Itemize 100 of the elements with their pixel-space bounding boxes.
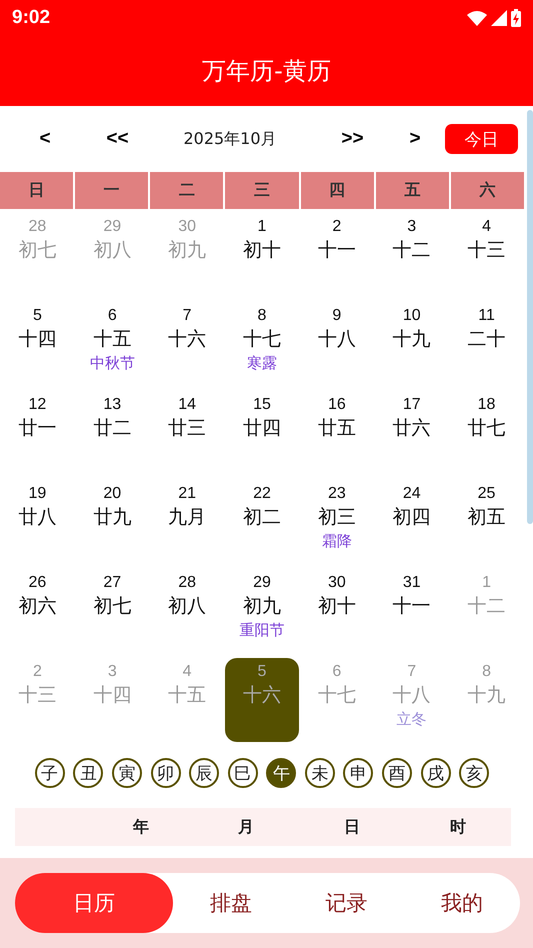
day-number: 14 bbox=[178, 395, 196, 415]
day-number: 13 bbox=[103, 395, 122, 415]
lunar-date: 十一 bbox=[392, 594, 431, 619]
day-number: 2 bbox=[332, 217, 342, 237]
nav-tab[interactable]: 排盘 bbox=[173, 873, 289, 933]
weekday-header: 六 bbox=[450, 172, 524, 209]
day-number: 30 bbox=[178, 217, 196, 237]
lunar-date: 初七 bbox=[93, 594, 132, 619]
hour-button[interactable]: 子 bbox=[34, 758, 65, 788]
hour-button[interactable]: 申 bbox=[343, 758, 374, 788]
day-number: 10 bbox=[402, 306, 421, 326]
lunar-date: 十三 bbox=[18, 683, 56, 708]
day-number: 7 bbox=[407, 662, 416, 682]
day-number: 28 bbox=[28, 217, 46, 237]
day-number: 27 bbox=[103, 573, 122, 593]
day-number: 6 bbox=[108, 306, 117, 326]
signal-icon bbox=[491, 10, 507, 26]
lunar-date: 十二 bbox=[392, 238, 431, 263]
weekday-header: 日 bbox=[0, 172, 74, 209]
day-number: 2 bbox=[32, 662, 42, 682]
nav-tab[interactable]: 我的 bbox=[404, 873, 520, 933]
day-number: 29 bbox=[253, 573, 271, 593]
day-number: 30 bbox=[328, 573, 346, 593]
lunar-date: 初八 bbox=[93, 238, 132, 263]
nav-tab[interactable]: 日历 bbox=[15, 873, 173, 933]
day-number: 4 bbox=[482, 217, 492, 237]
lunar-date: 十七 bbox=[242, 327, 281, 352]
weekday-header: 二 bbox=[150, 172, 224, 209]
lunar-date: 十五 bbox=[168, 683, 206, 708]
lunar-date: 初三 bbox=[318, 505, 356, 530]
column-header: 日 bbox=[343, 816, 361, 838]
lunar-date: 初七 bbox=[18, 238, 56, 263]
day-number: 26 bbox=[28, 573, 46, 593]
lunar-date: 廿六 bbox=[392, 416, 431, 441]
hour-button[interactable]: 巳 bbox=[228, 758, 258, 788]
lunar-date: 初四 bbox=[392, 505, 431, 530]
lunar-date: 廿一 bbox=[18, 416, 56, 441]
day-number: 1 bbox=[482, 573, 492, 593]
hour-button[interactable]: 酉 bbox=[382, 758, 412, 788]
lunar-date: 廿二 bbox=[93, 416, 132, 441]
day-number: 3 bbox=[407, 217, 416, 237]
hour-button[interactable]: 戌 bbox=[420, 758, 451, 788]
day-number: 8 bbox=[482, 662, 492, 682]
current-month: 2025年10月 bbox=[183, 128, 277, 150]
selected-day-cell[interactable]: 5 十六 bbox=[224, 658, 299, 742]
day-number: 29 bbox=[103, 217, 122, 237]
today-button[interactable]: 今日 bbox=[445, 124, 518, 154]
hour-button[interactable]: 寅 bbox=[112, 758, 142, 788]
festival-label: 寒露 bbox=[246, 353, 277, 374]
prev-year-button[interactable]: << bbox=[106, 128, 129, 150]
day-number: 5 bbox=[32, 306, 42, 326]
lunar-date: 廿八 bbox=[18, 505, 56, 530]
hour-button[interactable]: 丑 bbox=[73, 758, 104, 788]
day-number: 12 bbox=[28, 395, 46, 415]
prev-month-button[interactable]: < bbox=[39, 128, 51, 150]
lunar-date: 十八 bbox=[392, 683, 431, 708]
day-number: 22 bbox=[253, 484, 271, 504]
hour-button[interactable]: 亥 bbox=[459, 758, 490, 788]
lunar-date: 初九 bbox=[242, 594, 281, 619]
festival-label: 中秋节 bbox=[90, 353, 135, 374]
day-number: 17 bbox=[402, 395, 421, 415]
lunar-date: 九月 bbox=[168, 505, 206, 530]
app-title: 万年历-黄历 bbox=[202, 56, 331, 87]
hour-button[interactable]: 卯 bbox=[150, 758, 181, 788]
day-number: 25 bbox=[478, 484, 496, 504]
lunar-date: 初六 bbox=[18, 594, 56, 619]
hour-button[interactable]: 未 bbox=[304, 758, 335, 788]
day-number: 15 bbox=[253, 395, 271, 415]
wifi-icon bbox=[467, 10, 487, 26]
lunar-date: 十八 bbox=[318, 327, 356, 352]
lunar-date: 十六 bbox=[168, 327, 206, 352]
column-header: 时 bbox=[449, 816, 467, 838]
lunar-date: 十五 bbox=[93, 327, 132, 352]
nav-tab[interactable]: 记录 bbox=[288, 873, 404, 933]
lunar-date: 初五 bbox=[468, 505, 506, 530]
day-number: 11 bbox=[478, 306, 495, 326]
next-month-button[interactable]: > bbox=[409, 128, 421, 150]
lunar-date: 初十 bbox=[318, 594, 356, 619]
lunar-date: 初十 bbox=[242, 238, 281, 263]
lunar-date: 廿五 bbox=[318, 416, 356, 441]
lunar-date: 十二 bbox=[468, 594, 506, 619]
hour-button[interactable]: 辰 bbox=[189, 758, 220, 788]
day-number: 24 bbox=[402, 484, 421, 504]
festival-label: 重阳节 bbox=[239, 620, 284, 641]
day-number: 31 bbox=[402, 573, 421, 593]
day-number: 18 bbox=[478, 395, 496, 415]
status-time: 9:02 bbox=[12, 7, 50, 29]
weekday-header: 四 bbox=[300, 172, 374, 209]
lunar-date: 十四 bbox=[93, 683, 132, 708]
day-number: 7 bbox=[182, 306, 192, 326]
hour-button[interactable]: 午 bbox=[266, 758, 296, 788]
lunar-date: 廿七 bbox=[468, 416, 506, 441]
next-year-button[interactable]: >> bbox=[341, 128, 364, 150]
lunar-date: 十四 bbox=[18, 327, 56, 352]
day-number: 6 bbox=[332, 662, 342, 682]
column-header: 月 bbox=[237, 816, 255, 838]
day-number: 28 bbox=[178, 573, 196, 593]
day-number: 5 bbox=[258, 662, 266, 682]
day-number: 20 bbox=[103, 484, 122, 504]
lunar-date: 廿四 bbox=[242, 416, 281, 441]
